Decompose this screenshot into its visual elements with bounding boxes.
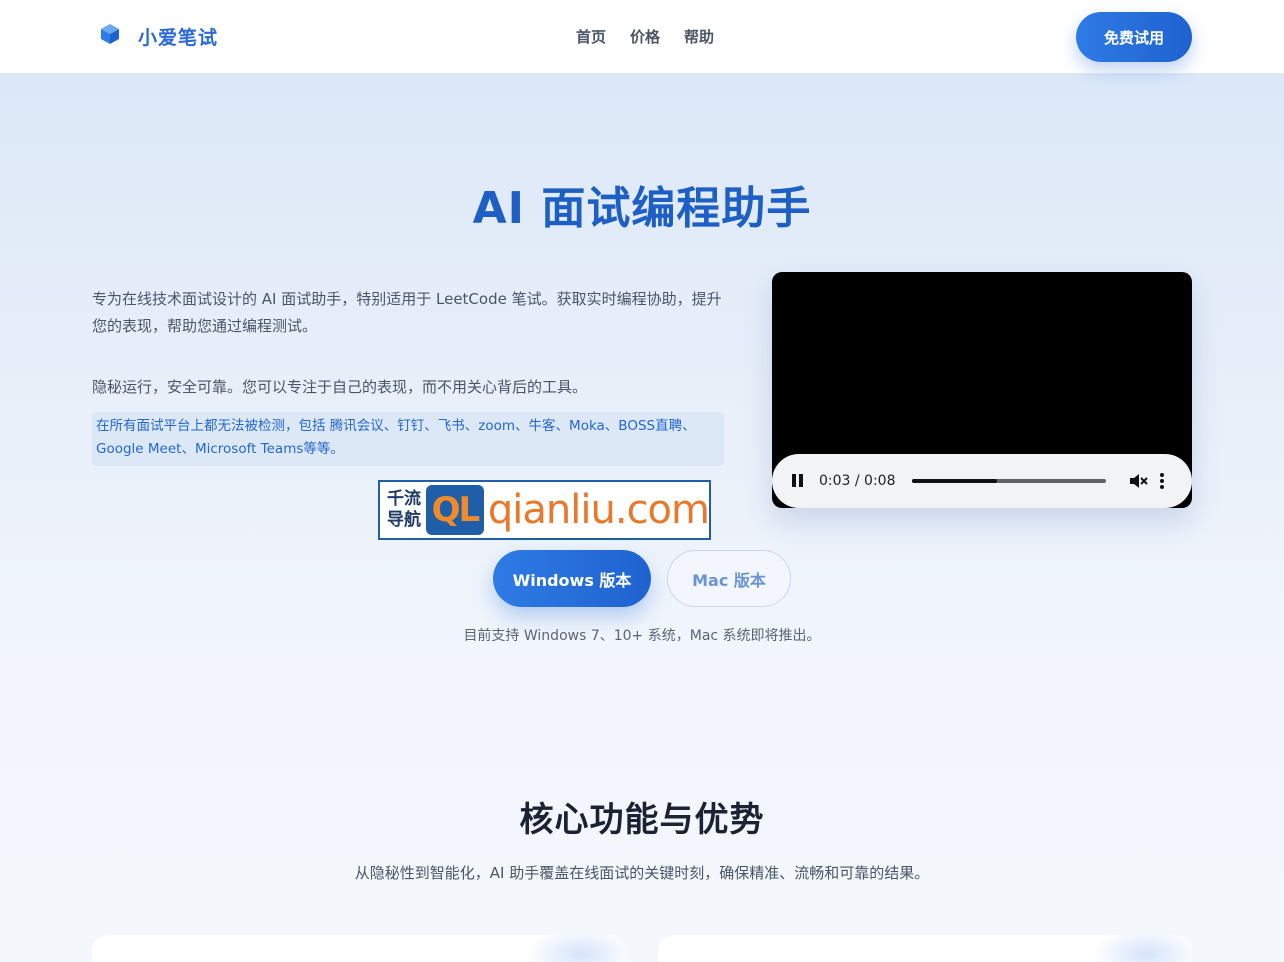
- hero-title: AI 面试编程助手: [472, 183, 812, 234]
- watermark-mark: QL: [425, 485, 484, 535]
- brand-logo[interactable]: 小爱笔试: [98, 22, 218, 50]
- watermark-cn-line2: 导航: [386, 510, 421, 530]
- hero-description: 专为在线技术面试设计的 AI 面试助手，特别适用于 LeetCode 笔试。获取…: [92, 290, 722, 335]
- brand-name: 小爱笔试: [138, 26, 219, 49]
- features-title: 核心功能与优势: [519, 800, 765, 840]
- mac-download-button[interactable]: Mac 版本: [667, 550, 791, 607]
- video-progress-bar[interactable]: [911, 479, 1106, 483]
- cube-icon: [98, 22, 122, 50]
- features-subtitle: 从隐秘性到智能化，AI 助手覆盖在线面试的关键时刻，确保精准、流畅和可靠的结果。: [354, 864, 930, 882]
- main-nav: 首页 价格 帮助: [576, 26, 714, 47]
- windows-download-button[interactable]: Windows 版本: [493, 550, 651, 607]
- watermark-logo: 千流 导航 QL qianliu.com: [378, 480, 711, 540]
- top-header: 小爱笔试 首页 价格 帮助 免费试用: [0, 0, 1284, 74]
- nav-pricing[interactable]: 价格: [630, 26, 660, 47]
- feature-card: [92, 935, 626, 962]
- more-options-icon[interactable]: [1159, 473, 1164, 489]
- video-controls: 0:03 / 0:08: [772, 454, 1192, 508]
- watermark-domain: qianliu.com: [487, 487, 710, 533]
- free-trial-button[interactable]: 免费试用: [1076, 12, 1192, 62]
- undetectable-note: 在所有面试平台上都无法被检测，包括 腾讯会议、钉钉、飞书、zoom、牛客、Mok…: [92, 412, 724, 466]
- video-time: 0:03 / 0:08: [819, 473, 896, 489]
- nav-home[interactable]: 首页: [576, 26, 606, 47]
- nav-help[interactable]: 帮助: [684, 26, 714, 47]
- watermark-cn-line1: 千流: [386, 489, 421, 509]
- video-progress-fill: [911, 479, 997, 483]
- page: 小爱笔试 首页 价格 帮助 免费试用 AI 面试编程助手 专为在线技术面试设计的…: [0, 0, 1284, 962]
- pause-icon[interactable]: [792, 474, 806, 488]
- watermark-cn-text: 千流 导航: [380, 489, 426, 531]
- hero-description-secondary: 隐秘运行，安全可靠。您可以专注于自己的表现，而不用关心背后的工具。: [92, 378, 588, 396]
- muted-speaker-icon[interactable]: [1128, 471, 1148, 491]
- demo-video[interactable]: 0:03 / 0:08: [772, 272, 1192, 508]
- feature-card: [658, 935, 1192, 962]
- platform-support-text: 目前支持 Windows 7、10+ 系统，Mac 系统即将推出。: [463, 628, 821, 644]
